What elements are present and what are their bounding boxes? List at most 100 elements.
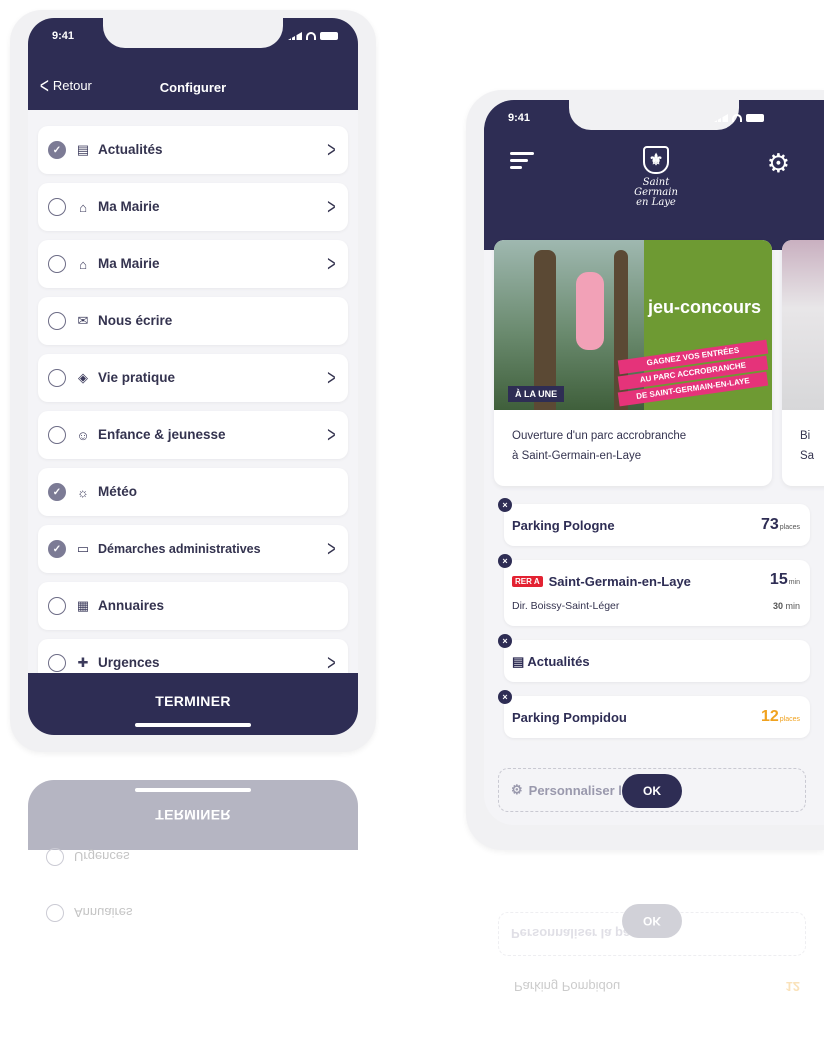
checked-radio[interactable] bbox=[48, 141, 66, 159]
unchecked-radio[interactable] bbox=[48, 654, 66, 672]
chevron-right-icon[interactable]: > bbox=[327, 251, 335, 277]
city-logo: ⚜ Saint Germain en Laye bbox=[624, 146, 688, 208]
home-phone-reflection: Personnaliser la page OK Parking Pompido… bbox=[484, 860, 824, 1047]
battery-icon bbox=[320, 32, 338, 40]
status-bar: 9:41 bbox=[508, 112, 764, 124]
reflection-radio bbox=[46, 904, 64, 922]
sun-icon: ☼ bbox=[77, 484, 89, 500]
emergency-icon: ✚ bbox=[77, 655, 89, 670]
module-list[interactable]: ▤ Actualités > ⌂ Ma Mairie > ⌂ Ma Mairie > ✉ Nous … bbox=[28, 110, 358, 673]
unchecked-radio[interactable] bbox=[48, 255, 66, 273]
reflection-finish-label: TERMINER bbox=[155, 807, 231, 823]
following-departure: 30 min bbox=[772, 601, 800, 611]
reflection-label: Urgences bbox=[74, 849, 130, 865]
module-list-item[interactable]: ☼ Météo bbox=[38, 468, 348, 516]
module-list-item[interactable]: ▭ Démarches administratives > bbox=[38, 525, 348, 573]
unchecked-radio[interactable] bbox=[48, 426, 66, 444]
module-label: Urgences bbox=[98, 655, 160, 670]
child-figure bbox=[576, 272, 604, 350]
unchecked-radio[interactable] bbox=[48, 312, 66, 330]
documents-icon: ▭ bbox=[76, 541, 90, 556]
remove-widget-icon[interactable]: × bbox=[498, 498, 512, 512]
reflection-parking: Parking Pompidou 12 bbox=[504, 966, 810, 1008]
chevron-right-icon[interactable]: > bbox=[327, 194, 335, 220]
remove-widget-icon[interactable]: × bbox=[498, 634, 512, 648]
chevron-right-icon[interactable]: > bbox=[327, 365, 335, 391]
reflection-home-indicator bbox=[135, 788, 251, 792]
news-widget-title: ▤ Actualités bbox=[512, 654, 590, 669]
remove-widget-icon[interactable]: × bbox=[498, 554, 512, 568]
remove-widget-icon[interactable]: × bbox=[498, 690, 512, 704]
news-card-image bbox=[782, 240, 824, 410]
module-list-item[interactable]: ⌂ Ma Mairie > bbox=[38, 240, 348, 288]
shield-icon: ◈ bbox=[78, 370, 88, 385]
parking-widget[interactable]: × Parking Pompidou 12places bbox=[498, 690, 810, 738]
promo-panel: jeu-concours GAGNEZ VOS ENTRÉES AU PARC … bbox=[617, 240, 772, 410]
menu-icon[interactable] bbox=[510, 152, 534, 173]
headline-badge: À LA UNE bbox=[508, 386, 565, 402]
reflection-row: Urgences bbox=[46, 842, 348, 872]
unchecked-radio[interactable] bbox=[48, 597, 66, 615]
status-bar: 9:41 bbox=[52, 30, 338, 42]
wifi-icon bbox=[306, 32, 316, 40]
news-card-next[interactable]: Bi Sa bbox=[782, 240, 824, 486]
home-indicator bbox=[135, 723, 251, 727]
wifi-icon bbox=[732, 114, 742, 122]
module-label: Annuaires bbox=[98, 598, 165, 613]
chevron-right-icon[interactable]: > bbox=[327, 650, 335, 673]
status-time: 9:41 bbox=[52, 30, 75, 42]
checked-radio[interactable] bbox=[48, 483, 66, 501]
signal-icon bbox=[714, 114, 728, 122]
news-card-title: Ouverture d'un parc accrobranche à Saint… bbox=[512, 430, 687, 462]
reflection-footer: TERMINER bbox=[28, 780, 358, 850]
checked-radio[interactable] bbox=[48, 540, 66, 558]
home-phone-frame: 9:41 ⚜ Saint Germain en Laye ⚙ jeu-conco… bbox=[466, 90, 824, 850]
unchecked-radio[interactable] bbox=[48, 369, 66, 387]
rer-badge: RER A bbox=[512, 576, 543, 587]
news-card-image: jeu-concours GAGNEZ VOS ENTRÉES AU PARC … bbox=[494, 240, 772, 410]
transit-widget[interactable]: × RER A Saint-Germain-en-Laye 15min Dir. … bbox=[498, 554, 810, 626]
module-list-item[interactable]: ▦ Annuaires bbox=[38, 582, 348, 630]
status-time: 9:41 bbox=[508, 112, 531, 124]
home-header: 9:41 ⚜ Saint Germain en Laye ⚙ bbox=[484, 100, 824, 250]
module-list-item[interactable]: ⌂ Ma Mairie > bbox=[38, 183, 348, 231]
transit-station: RER A Saint-Germain-en-Laye bbox=[512, 574, 691, 589]
parking-widget[interactable]: × Parking Pologne 73places bbox=[498, 498, 810, 546]
parking-count: 12places bbox=[760, 708, 800, 725]
chevron-right-icon[interactable]: > bbox=[327, 137, 335, 163]
finish-button[interactable]: TERMINER bbox=[155, 693, 231, 735]
city-crest-icon: ⚜ bbox=[643, 146, 669, 174]
module-list-item[interactable]: ◈ Vie pratique > bbox=[38, 354, 348, 402]
module-list-item[interactable]: ▤ Actualités > bbox=[38, 126, 348, 174]
parking-name: Parking Pompidou bbox=[512, 710, 627, 725]
module-label: Actualités bbox=[98, 142, 163, 157]
city-hall-icon: ⌂ bbox=[79, 256, 87, 272]
config-header: 9:41 < Retour Configurer bbox=[28, 18, 358, 110]
ok-button[interactable]: OK bbox=[622, 774, 682, 808]
module-label: Démarches administratives bbox=[98, 542, 261, 556]
chevron-right-icon[interactable]: > bbox=[327, 422, 335, 448]
chevron-right-icon[interactable]: > bbox=[327, 536, 335, 562]
module-list-item[interactable]: ✉ Nous écrire bbox=[38, 297, 348, 345]
status-icons bbox=[288, 32, 338, 40]
gear-icon: ⚙ bbox=[511, 782, 523, 797]
news-card[interactable]: jeu-concours GAGNEZ VOS ENTRÉES AU PARC … bbox=[494, 240, 772, 486]
family-icon: ☺ bbox=[76, 427, 90, 443]
module-label: Météo bbox=[98, 484, 138, 499]
news-widget[interactable]: × ▤ Actualités bbox=[498, 634, 810, 682]
module-list-item[interactable]: ✚ Urgences > bbox=[38, 639, 348, 673]
news-carousel[interactable]: jeu-concours GAGNEZ VOS ENTRÉES AU PARC … bbox=[494, 240, 824, 490]
page-title: Configurer bbox=[159, 80, 227, 95]
city-hall-icon: ⌂ bbox=[79, 199, 87, 215]
module-list-item[interactable]: ☺ Enfance & jeunesse > bbox=[38, 411, 348, 459]
newspaper-icon: ▤ bbox=[76, 142, 90, 157]
unchecked-radio[interactable] bbox=[48, 198, 66, 216]
newspaper-icon: ▤ bbox=[512, 654, 528, 669]
module-label: Ma Mairie bbox=[98, 199, 160, 214]
module-label: Ma Mairie bbox=[98, 256, 160, 271]
directory-icon: ▦ bbox=[76, 598, 90, 613]
transit-direction: Dir. Boissy-Saint-Léger bbox=[512, 600, 620, 612]
message-icon: ✉ bbox=[77, 313, 89, 328]
gear-icon[interactable]: ⚙ bbox=[767, 148, 790, 179]
reflection-ok: OK bbox=[622, 904, 682, 938]
